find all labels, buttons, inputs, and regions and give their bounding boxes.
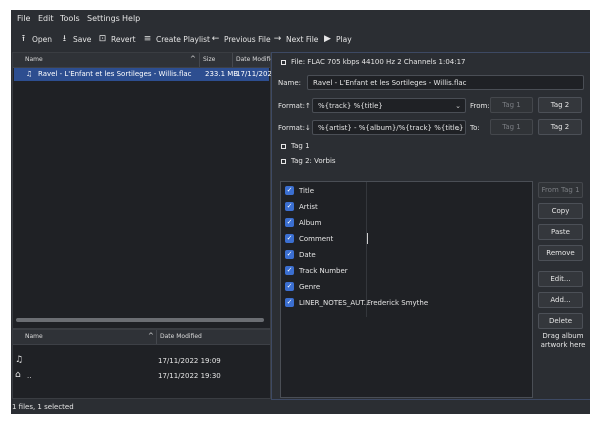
tag1-bullet: [281, 144, 286, 149]
table-row[interactable]: ✓ Track Number: [283, 264, 530, 278]
tag-table[interactable]: ✓ Title ✓ Artist ✓ Album ✓ Comment ✓ Dat…: [280, 181, 533, 398]
tag-editor-panel: File: FLAC 705 kbps 44100 Hz 2 Channels …: [271, 52, 590, 400]
delete-button[interactable]: Delete: [538, 313, 583, 329]
copy-button[interactable]: Copy: [538, 203, 583, 219]
menu-tools[interactable]: Tools: [60, 14, 80, 23]
sort-chevron-icon: ^: [190, 55, 196, 63]
checkbox-checked[interactable]: ✓: [285, 202, 294, 211]
next-file-button[interactable]: → Next File: [273, 33, 319, 45]
from-tag1-button[interactable]: From Tag 1: [538, 182, 583, 198]
revert-button[interactable]: ⊡ Revert: [98, 33, 136, 45]
from-label: From:: [470, 102, 490, 110]
format-to-tag2-button[interactable]: Tag 2: [538, 119, 582, 135]
menu-edit[interactable]: Edit: [38, 14, 54, 23]
menu-settings[interactable]: Settings: [87, 14, 120, 23]
table-row[interactable]: ✓ Date: [283, 248, 530, 262]
open-button[interactable]: ⭱ Open: [19, 33, 52, 45]
tag2-section[interactable]: Tag 2: Vorbis: [291, 157, 336, 165]
audio-file-icon: ♫: [26, 70, 33, 78]
arrow-left-icon: ←: [211, 33, 220, 44]
file-size: 233.1 MB: [205, 70, 239, 78]
status-bar: 1 files, 1 selected: [12, 403, 74, 411]
directory-list[interactable]: Name ^ Date Modified ♫ 17/11/2022 19:09 …: [12, 329, 271, 399]
to-label: To:: [470, 124, 480, 132]
checkbox-checked[interactable]: ✓: [285, 186, 294, 195]
format-up-combo[interactable]: %{track} %{title} ⌄: [312, 98, 466, 113]
download-icon: ⭳: [62, 33, 67, 44]
format-down-combo[interactable]: %{artist} - %{album}/%{track} %{title} ⌄: [312, 120, 466, 135]
table-row[interactable]: ♫ Ravel - L'Enfant et les Sortileges - W…: [14, 68, 276, 81]
previous-file-button[interactable]: ← Previous File: [211, 33, 271, 45]
directory-list-header: Name ^ Date Modified: [13, 330, 270, 345]
app-window: File Edit Tools Settings Help ⭱ Open ⭳ S…: [11, 10, 590, 414]
upload-icon: ⭱: [21, 33, 26, 44]
table-row[interactable]: ✓ Album: [283, 216, 530, 230]
arrow-right-icon: →: [273, 33, 282, 44]
format-from-tag1-button[interactable]: Tag 1: [490, 97, 533, 113]
sort-chevron-icon: ^: [148, 332, 154, 340]
name-label: Name:: [278, 79, 302, 87]
revert-icon: ⊡: [98, 33, 107, 44]
save-button[interactable]: ⭳ Save: [60, 33, 92, 45]
list-icon: ≡: [143, 33, 152, 44]
table-row[interactable]: ✓ Title: [283, 184, 530, 198]
checkbox-checked[interactable]: ✓: [285, 298, 294, 307]
text-cursor: [367, 233, 368, 244]
col-size[interactable]: Size: [203, 56, 215, 63]
format-to-tag1-button[interactable]: Tag 1: [490, 119, 533, 135]
format-from-tag2-button[interactable]: Tag 2: [538, 97, 582, 113]
file-list-header: Name ^ Size Date Modified: [13, 53, 278, 68]
checkbox-checked[interactable]: ✓: [285, 282, 294, 291]
paste-button[interactable]: Paste: [538, 224, 583, 240]
menubar: File Edit Tools Settings Help: [11, 10, 590, 27]
name-field[interactable]: Ravel - L'Enfant et les Sortileges - Wil…: [307, 75, 584, 90]
col-date[interactable]: Date Modified: [160, 333, 202, 340]
checkbox-checked[interactable]: ✓: [285, 266, 294, 275]
chevron-down-icon: ⌄: [455, 102, 461, 110]
table-row[interactable]: ✓ LINER_NOTES_AUT... Frederick Smythe: [283, 296, 530, 310]
col-name[interactable]: Name: [25, 333, 43, 340]
file-info-bullet: [281, 60, 286, 65]
chevron-down-icon: ⌄: [455, 124, 461, 132]
tag1-section[interactable]: Tag 1: [291, 142, 310, 150]
remove-button[interactable]: Remove: [538, 245, 583, 261]
checkbox-checked[interactable]: ✓: [285, 234, 294, 243]
home-icon: ⌂: [15, 370, 21, 380]
table-row[interactable]: ✓ Artist: [283, 200, 530, 214]
menu-file[interactable]: File: [17, 14, 30, 23]
horizontal-scrollbar[interactable]: [16, 318, 264, 322]
col-name[interactable]: Name: [25, 56, 43, 63]
edit-button[interactable]: Edit...: [538, 271, 583, 287]
play-icon: ▶: [324, 33, 331, 44]
menu-help[interactable]: Help: [122, 14, 140, 23]
format-down-label: Format:↓: [278, 124, 311, 132]
tag2-bullet: [281, 159, 286, 164]
checkbox-checked[interactable]: ✓: [285, 218, 294, 227]
file-name: Ravel - L'Enfant et les Sortileges - Wil…: [38, 70, 192, 78]
table-row[interactable]: ✓ Genre: [283, 280, 530, 294]
music-folder-icon: ♫: [15, 355, 24, 365]
toolbar: ⭱ Open ⭳ Save ⊡ Revert ≡ Create Playlist…: [11, 28, 590, 50]
album-artwork-drop[interactable]: Drag album artwork here: [538, 332, 588, 350]
play-button[interactable]: ▶ Play: [323, 33, 352, 45]
file-info: File: FLAC 705 kbps 44100 Hz 2 Channels …: [291, 58, 466, 66]
checkbox-checked[interactable]: ✓: [285, 250, 294, 259]
table-row[interactable]: ✓ Comment: [283, 232, 530, 246]
create-playlist-button[interactable]: ≡ Create Playlist: [143, 33, 210, 45]
format-up-label: Format:↑: [278, 102, 311, 110]
add-button[interactable]: Add...: [538, 292, 583, 308]
file-list[interactable]: Name ^ Size Date Modified ♫ Ravel - L'En…: [12, 52, 278, 329]
